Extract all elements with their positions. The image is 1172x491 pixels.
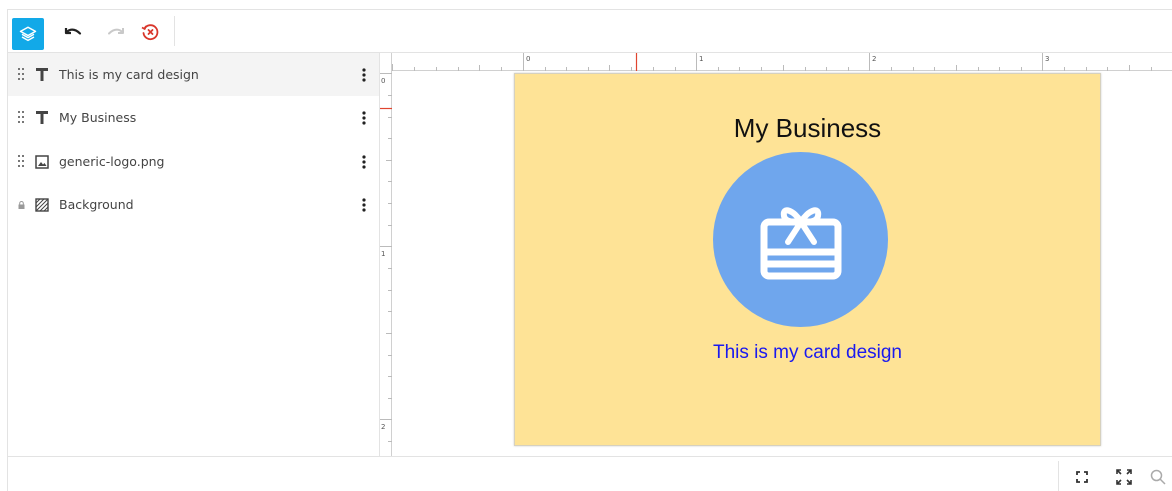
reset-history-button[interactable]: [135, 17, 165, 47]
more-vert-icon[interactable]: [358, 154, 370, 170]
card-background[interactable]: My Business This is my card design: [514, 73, 1101, 446]
layer-name: My Business: [59, 110, 137, 125]
toolbar-divider: [174, 16, 175, 46]
zoom-button[interactable]: [1150, 469, 1166, 485]
gift-card-icon: [760, 206, 841, 279]
card-editor: This is my card design My Business gener…: [7, 9, 1172, 491]
fit-screen-icon: [1076, 471, 1088, 483]
toolbar: [8, 10, 1172, 53]
ruler-label: 1: [381, 250, 385, 258]
layer-item[interactable]: Background: [8, 183, 379, 226]
horizontal-ruler-ticks: 0 1 2 3: [392, 53, 1152, 71]
more-vert-icon[interactable]: [358, 67, 370, 83]
fit-screen-button[interactable]: [1074, 469, 1090, 485]
layer-item[interactable]: This is my card design: [8, 53, 379, 96]
drag-handle-icon[interactable]: [17, 111, 25, 125]
fullscreen-icon: [1116, 469, 1132, 485]
lock-icon: [17, 198, 25, 212]
layers-panel: This is my card design My Business gener…: [8, 53, 380, 456]
ruler-label: 2: [872, 55, 876, 63]
text-layer-icon: [34, 67, 50, 83]
more-vert-icon[interactable]: [358, 197, 370, 213]
card-logo-image[interactable]: [713, 152, 888, 327]
zoom-icon: [1150, 469, 1166, 485]
card-subtitle-text[interactable]: This is my card design: [515, 342, 1100, 364]
layers-toggle-button[interactable]: [12, 18, 44, 50]
fullscreen-button[interactable]: [1116, 469, 1132, 485]
layer-name: This is my card design: [59, 67, 199, 82]
layer-name: generic-logo.png: [59, 154, 165, 169]
layer-name: Background: [59, 197, 134, 212]
history-reset-icon: [141, 24, 159, 41]
ruler-label: 3: [1045, 55, 1049, 63]
ruler-label: 2: [381, 423, 385, 431]
vertical-ruler: 0 1 2: [380, 71, 392, 456]
undo-button[interactable]: [58, 17, 88, 47]
redo-icon: [108, 28, 124, 35]
horizontal-ruler: 0 1 2 3: [380, 53, 1172, 71]
text-layer-icon: [34, 110, 50, 126]
bottom-bar: [8, 456, 1172, 491]
ruler-corner: [380, 53, 392, 71]
layer-item[interactable]: generic-logo.png: [8, 140, 379, 183]
design-canvas[interactable]: My Business This is my card design: [393, 71, 1172, 456]
undo-icon: [64, 28, 82, 35]
card-title-text[interactable]: My Business: [515, 113, 1100, 144]
more-vert-icon[interactable]: [358, 110, 370, 126]
bottom-divider: [1058, 461, 1059, 491]
drag-handle-icon[interactable]: [17, 155, 25, 169]
drag-handle-icon[interactable]: [17, 68, 25, 82]
ruler-label: 0: [526, 55, 530, 63]
ruler-label: 0: [381, 77, 385, 85]
layer-item[interactable]: My Business: [8, 96, 379, 139]
redo-button[interactable]: [101, 17, 131, 47]
ruler-label: 1: [699, 55, 703, 63]
image-layer-icon: [34, 154, 50, 170]
background-layer-icon: [34, 197, 50, 213]
layers-icon: [19, 26, 37, 42]
vertical-ruler-ticks: 0 1 2: [380, 73, 392, 442]
